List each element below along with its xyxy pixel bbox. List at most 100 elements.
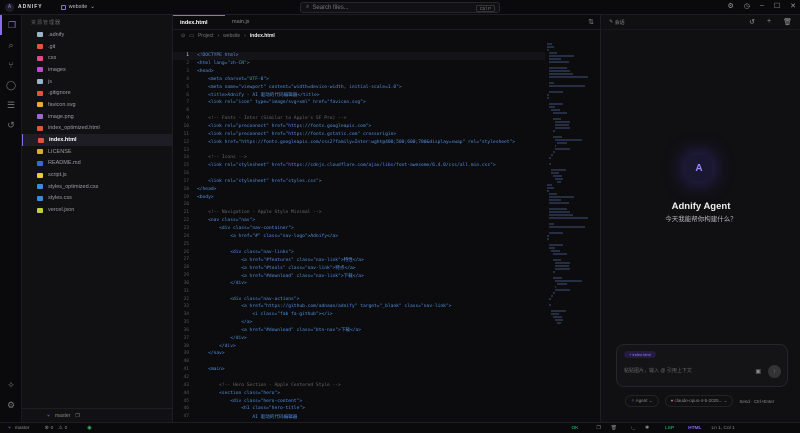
minimap[interactable] [545,42,600,422]
line-number: 11 [183,131,189,137]
copy-icon[interactable]: ❐ [596,426,600,431]
file-item[interactable]: index.html [22,134,172,146]
file-icon [37,207,43,213]
explorer-icon[interactable]: ❐ [0,15,22,35]
file-item[interactable]: styles_optimized.css [22,181,172,193]
split-editor-icon[interactable]: ⇅ [588,18,594,26]
error-count[interactable]: 0 [51,426,54,431]
settings-icon[interactable]: ⚙ [728,2,734,10]
breadcrumb-item[interactable]: index.html [250,33,275,39]
code-text: <h1 class="hero-title"> [197,406,305,412]
file-name: favicon.svg [48,101,76,108]
source-control-icon[interactable]: ⑂ [0,55,22,75]
code-text: <html lang="zh-CN"> [197,61,250,67]
minimap-line [555,145,557,147]
code-line: 27 <a href="#features" class="nav-link">… [173,256,545,264]
branch-footer[interactable]: ⑂ master ❐ [22,408,172,422]
new-chat-icon[interactable]: + [767,18,771,26]
ok-status[interactable]: OK [571,426,578,431]
line-number: 28 [183,265,189,271]
settings-icon[interactable]: ⚙ [0,395,22,415]
code-text: <!-- Fonts - Inter (Similar to Apple's S… [197,116,347,122]
minimize-button[interactable]: – [760,2,764,10]
copy-icon[interactable]: ❐ [75,413,79,419]
cursor-position[interactable]: Ln 1, Col 1 [711,426,734,431]
session-label[interactable]: 会话 [615,19,625,26]
minimap-line [549,76,588,78]
sparkle-icon[interactable]: ✧ [0,375,22,395]
minimap-line [551,295,554,297]
image-icon[interactable]: ▣ [755,368,761,375]
code-text: <div class="nav-actions"> [197,296,300,302]
history-icon[interactable]: ◷ [744,2,750,10]
send-button[interactable]: ↑ [768,365,781,378]
code-line: 8 [173,107,545,115]
minimap-line [553,277,562,279]
history-icon[interactable]: ↺ [0,115,22,135]
file-item[interactable]: index_optimized.html [22,123,172,135]
warning-count[interactable]: 0 [65,426,68,431]
chat-input-box[interactable]: + index.html 粘贴图片，输入 @ 引用上下文 ▣ ↑ [616,344,788,387]
tab-index-html[interactable]: index.html [173,15,225,29]
code-line: 37 </div> [173,334,545,342]
file-name: .gitignore [48,90,71,97]
file-item[interactable]: css [22,52,172,64]
close-button[interactable]: ✕ [790,2,796,10]
maximize-button[interactable]: ☐ [774,2,780,10]
minimap-line [549,55,574,57]
breadcrumb-item[interactable]: Project [198,33,214,39]
project-selector[interactable]: website ⌄ [60,4,95,10]
status-branch[interactable]: master [15,426,30,431]
file-item[interactable]: image.png [22,111,172,123]
lsp-status[interactable]: LSP [665,426,674,431]
line-number: 1 [186,53,189,59]
chat-input[interactable]: 粘贴图片，输入 @ 引用上下文 [624,367,692,374]
minimap-line [555,148,570,150]
language-mode[interactable]: HTML [688,426,701,431]
history-icon[interactable]: ↺ [749,18,755,26]
model-selector[interactable]: ● claude-opus-4-5-2025... ⌄ [664,395,734,407]
mode-selector[interactable]: ✧ Agent ⌄ [625,395,659,407]
minimap-line [549,298,552,300]
file-item[interactable]: LICENSE [22,146,172,158]
outline-icon[interactable]: ☰ [0,95,22,115]
code-area[interactable]: 1 <!DOCTYPE html> 2 <html lang="zh-CN"> 3 <he… [173,52,545,421]
context-chip[interactable]: + index.html [624,351,656,358]
agent-logo: A [686,155,712,181]
minimap-line [555,280,582,282]
file-item[interactable]: script.js [22,169,172,181]
file-item[interactable]: js [22,76,172,88]
code-line: 5 <meta name="viewport" content="width=d… [173,83,545,91]
breadcrumb-item[interactable]: website [223,33,240,39]
file-name: index_optimized.html [48,125,100,132]
code-text: <main> [197,367,225,373]
file-item[interactable]: favicon.svg [22,99,172,111]
bug-icon[interactable]: ✱ [645,426,649,431]
file-item[interactable]: images [22,64,172,76]
code-text: <!DOCTYPE html> [197,53,239,59]
terminal-icon[interactable]: ›_ [631,426,635,431]
search-input[interactable]: ⌕ Search files... Ctrl P [300,2,500,13]
code-editor: index.html main.js ⇅ ⊙ ▭ Project › website › i… [173,15,600,422]
code-line: 40 [173,358,545,366]
file-icon [37,44,43,50]
file-name: styles_optimized.css [48,183,99,190]
sync-icon[interactable]: ◉ [87,426,91,431]
file-icon [38,137,44,143]
file-item[interactable]: vercel.json [22,204,172,216]
file-item[interactable]: README.md [22,158,172,170]
problems-icon[interactable]: ◯ [0,75,22,95]
file-item[interactable]: .gitignore [22,87,172,99]
trash-icon[interactable]: 🗑 [611,426,617,431]
file-item[interactable]: .git [22,41,172,53]
line-number: 13 [183,147,189,153]
delete-icon[interactable]: 🗑 [783,18,792,26]
code-text: <link href="https://fonts.googleapis.com… [197,139,516,145]
file-item[interactable]: styles.css [22,193,172,205]
search-icon[interactable]: ⌕ [0,35,22,55]
minimap-line [553,316,563,318]
tab-main-js[interactable]: main.js [225,15,277,29]
code-line: 42 [173,374,545,382]
branch-name: master [55,412,71,419]
file-item[interactable]: .adnify [22,29,172,41]
